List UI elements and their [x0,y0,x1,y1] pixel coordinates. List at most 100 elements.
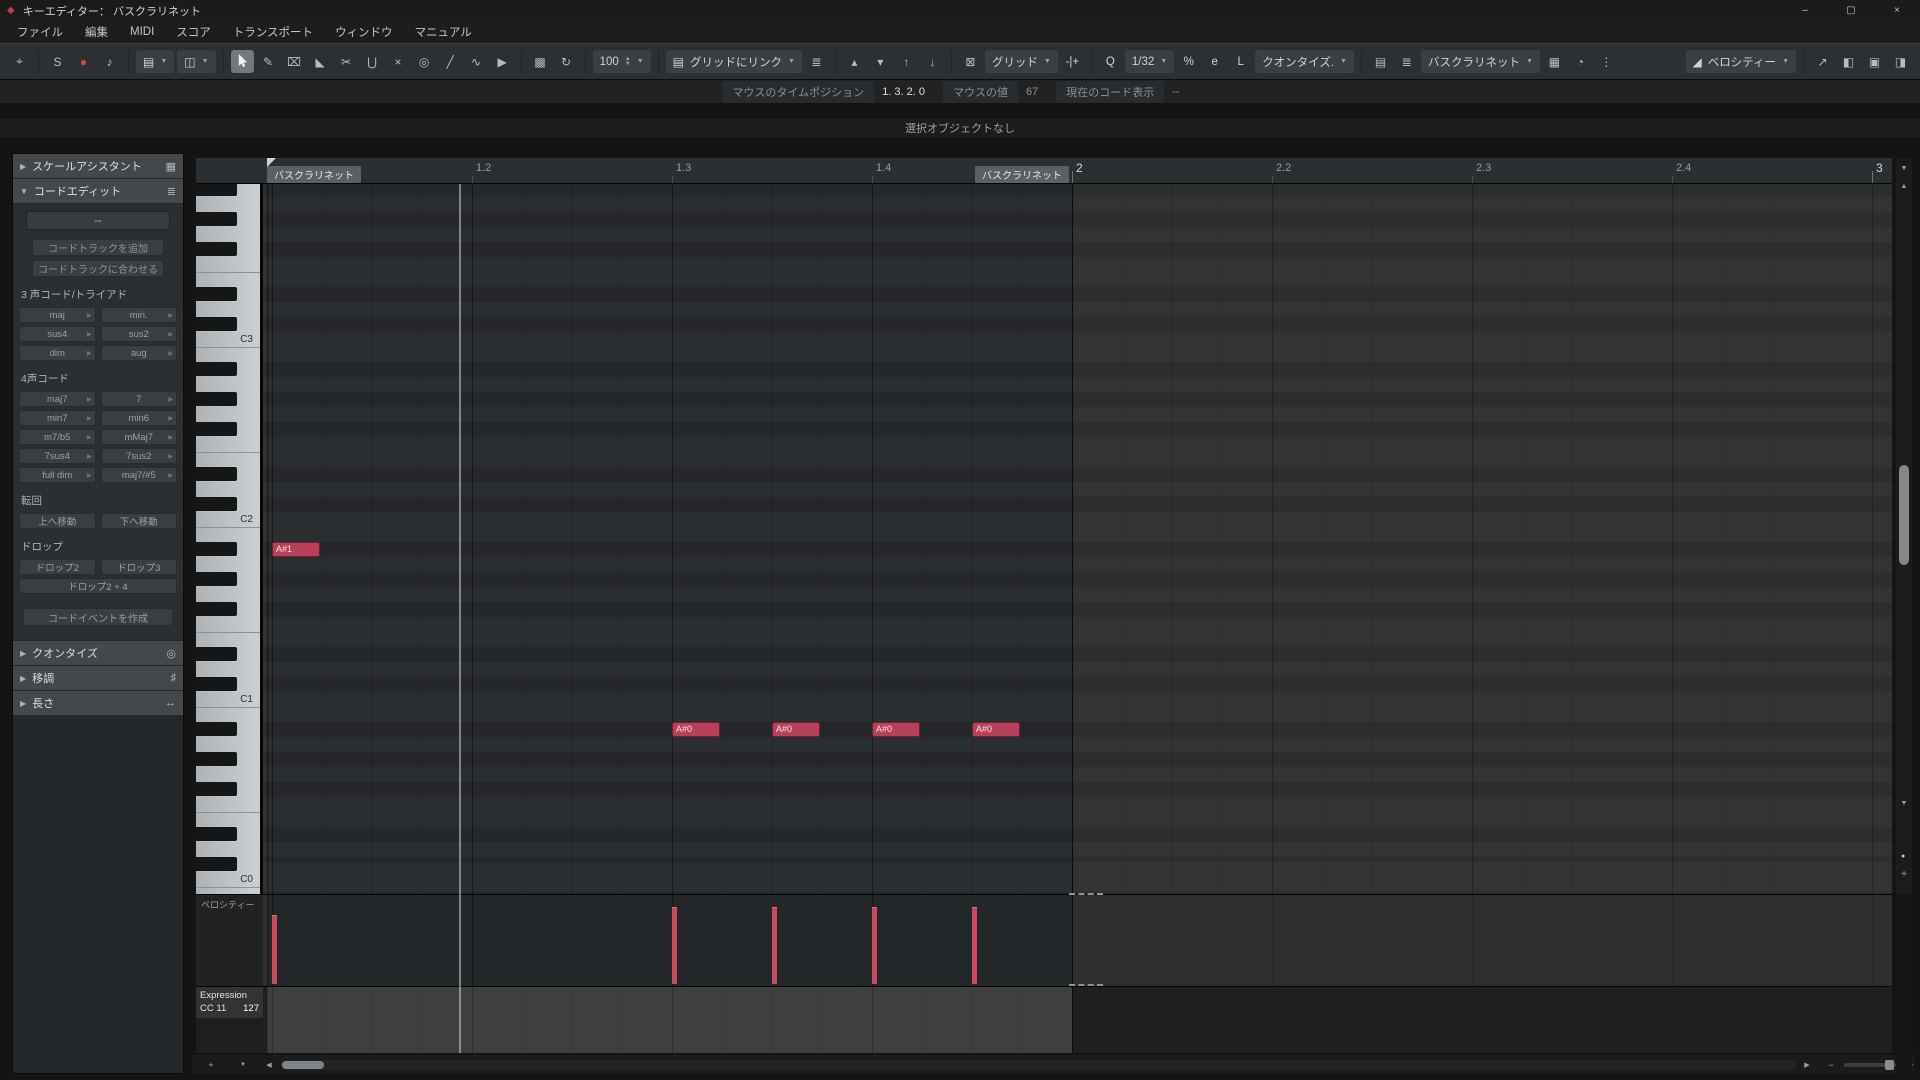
triad-button-min-[interactable]: min.▶ [101,307,178,323]
black-key[interactable] [196,317,237,331]
drop-button-drop2-4[interactable]: ドロップ2 + 4 [19,578,177,594]
glue-tool-button[interactable]: ⋃ [361,50,384,73]
black-key[interactable] [196,497,237,511]
velocity-bar[interactable] [272,915,277,984]
v-scrollbar-thumb[interactable] [1899,465,1909,565]
close-button[interactable]: × [1874,0,1920,21]
tetrad-button-min7[interactable]: min7▶ [19,410,96,426]
create-chord-event-button[interactable]: コードイベントを作成 [23,608,173,626]
event-colors-button[interactable]: ▩ [529,50,552,73]
part-list-button[interactable]: ▤ [1369,50,1392,73]
quantize-mode-combo[interactable]: クオンタイズ.▼ [1255,50,1354,73]
grid-type-combo[interactable]: グリッド▼ [985,50,1058,73]
drop-button--2[interactable]: ドロップ2 [19,559,96,575]
tetrad-button-m7-b5[interactable]: m7/b5▶ [19,429,96,445]
draw-tool-button[interactable]: ✎ [257,50,280,73]
warp-tool-button[interactable]: ∿ [465,50,488,73]
triad-button-dim[interactable]: dim▶ [19,345,96,361]
black-key[interactable] [196,212,237,226]
step-up-button[interactable]: ↑ [895,50,918,73]
section-quantize[interactable]: ▶ クオンタイズ ◎ [13,641,183,665]
black-key[interactable] [196,752,237,766]
snap-button[interactable]: ⊠ [959,50,982,73]
h-scrollbar-thumb[interactable] [282,1061,324,1069]
section-length[interactable]: ▶ 長さ ↔ [13,691,183,715]
scroll-up-button[interactable]: ▲ [1896,178,1912,194]
triad-button-aug[interactable]: aug▶ [101,345,178,361]
h-zoom-slider[interactable] [1844,1063,1896,1067]
controller-selector-combo[interactable]: ◢ベロシティー▼ [1686,50,1796,73]
ruler-options-button[interactable]: ▼ [1896,160,1912,176]
project-cursor[interactable] [459,184,461,1053]
black-key[interactable] [196,857,237,871]
zoom-tool-button[interactable]: ◎ [413,50,436,73]
velocity-bar[interactable] [872,907,877,984]
expression-lane-header[interactable]: Expression CC 11 127 [196,986,263,1053]
black-key[interactable] [196,467,237,481]
black-key[interactable] [196,184,237,196]
select-tool-button[interactable] [231,50,254,73]
tetrad-button-maj7[interactable]: maj7▶ [19,391,96,407]
part-start-handle[interactable]: バスクラリネット [267,166,361,183]
inversion-button--[interactable]: 下へ移動 [101,513,178,529]
tempo-display-button[interactable]: ◔ [1569,50,1592,73]
menu-score[interactable]: スコア [165,21,222,43]
midi-note-as0[interactable]: A#0 [972,722,1020,737]
black-key[interactable] [196,392,237,406]
scroll-down-button[interactable]: ▼ [1896,795,1912,811]
insert-velocity-combo[interactable]: 100▲▼▼ [593,50,651,73]
nudge-up-button[interactable]: ▴ [843,50,866,73]
black-key[interactable] [196,677,237,691]
section-scale-assistant[interactable]: ▶ スケールアシスタント ▦ [13,154,183,178]
v-zoom-in-button[interactable]: + [1896,866,1912,882]
step-down-button[interactable]: ↓ [921,50,944,73]
black-key[interactable] [196,542,237,556]
midi-note-as1[interactable]: A#1 [272,542,320,557]
part-start-flag[interactable] [267,158,276,167]
part-end-handle[interactable]: バスクラリネット [975,166,1069,183]
black-key[interactable] [196,827,237,841]
tetrad-button-7[interactable]: 7▶ [101,391,178,407]
h-zoom-thumb[interactable] [1885,1060,1894,1070]
match-chord-track-button[interactable]: コードトラックに合わせる [32,260,164,277]
left-zone-toggle-button[interactable]: ◧ [1837,50,1860,73]
midi-note-as0[interactable]: A#0 [872,722,920,737]
swing-button[interactable]: % [1177,50,1200,73]
velocity-lane-header[interactable]: ベロシティー [196,894,263,986]
drop-button--3[interactable]: ドロップ3 [101,559,178,575]
length-badge-button[interactable]: L [1229,50,1252,73]
lane-resize-handle[interactable] [1069,893,1103,895]
tetrad-button-7sus4[interactable]: 7sus4▶ [19,448,96,464]
piano-keyboard[interactable]: C3C2C1C0 [196,184,263,894]
triad-button-sus4[interactable]: sus4▶ [19,326,96,342]
expression-lane[interactable] [263,986,1892,1053]
open-in-window-button[interactable]: ↗ [1811,50,1834,73]
controller-lane-setup-button[interactable]: ≣ [805,50,828,73]
black-key[interactable] [196,647,237,661]
velocity-bar[interactable] [972,907,977,984]
note-grid[interactable]: A#1A#0A#0A#0A#0 [263,184,1892,894]
velocity-bar[interactable] [672,907,677,984]
mute-tool-button[interactable]: × [387,50,410,73]
lane-resize-handle[interactable] [1069,984,1103,986]
length-quantize-button[interactable]: -|+ [1061,50,1084,73]
black-key[interactable] [196,362,237,376]
velocity-bar[interactable] [772,907,777,984]
triad-button-sus2[interactable]: sus2▶ [101,326,178,342]
minimize-button[interactable]: – [1782,0,1828,21]
velocity-lane[interactable] [263,894,1892,986]
tetrad-button-mmaj7[interactable]: mMaj7▶ [101,429,178,445]
black-key[interactable] [196,422,237,436]
visibility-combo[interactable]: ◫▼ [177,50,215,73]
value-spinner-icon[interactable]: ▲▼ [625,57,631,67]
menu-edit[interactable]: 編集 [74,21,119,43]
midi-note-as0[interactable]: A#0 [672,722,720,737]
inversion-button--[interactable]: 上へ移動 [19,513,96,529]
tetrad-button-maj7-5[interactable]: maj7/#5▶ [101,467,178,483]
scroll-right-button[interactable]: ▶ [1796,1058,1818,1071]
black-key[interactable] [196,722,237,736]
h-scrollbar-track[interactable] [280,1060,1796,1070]
lane-preset-button[interactable]: ▼ [232,1058,254,1071]
black-key[interactable] [196,572,237,586]
erase-tool-button[interactable]: ⌧ [283,50,306,73]
